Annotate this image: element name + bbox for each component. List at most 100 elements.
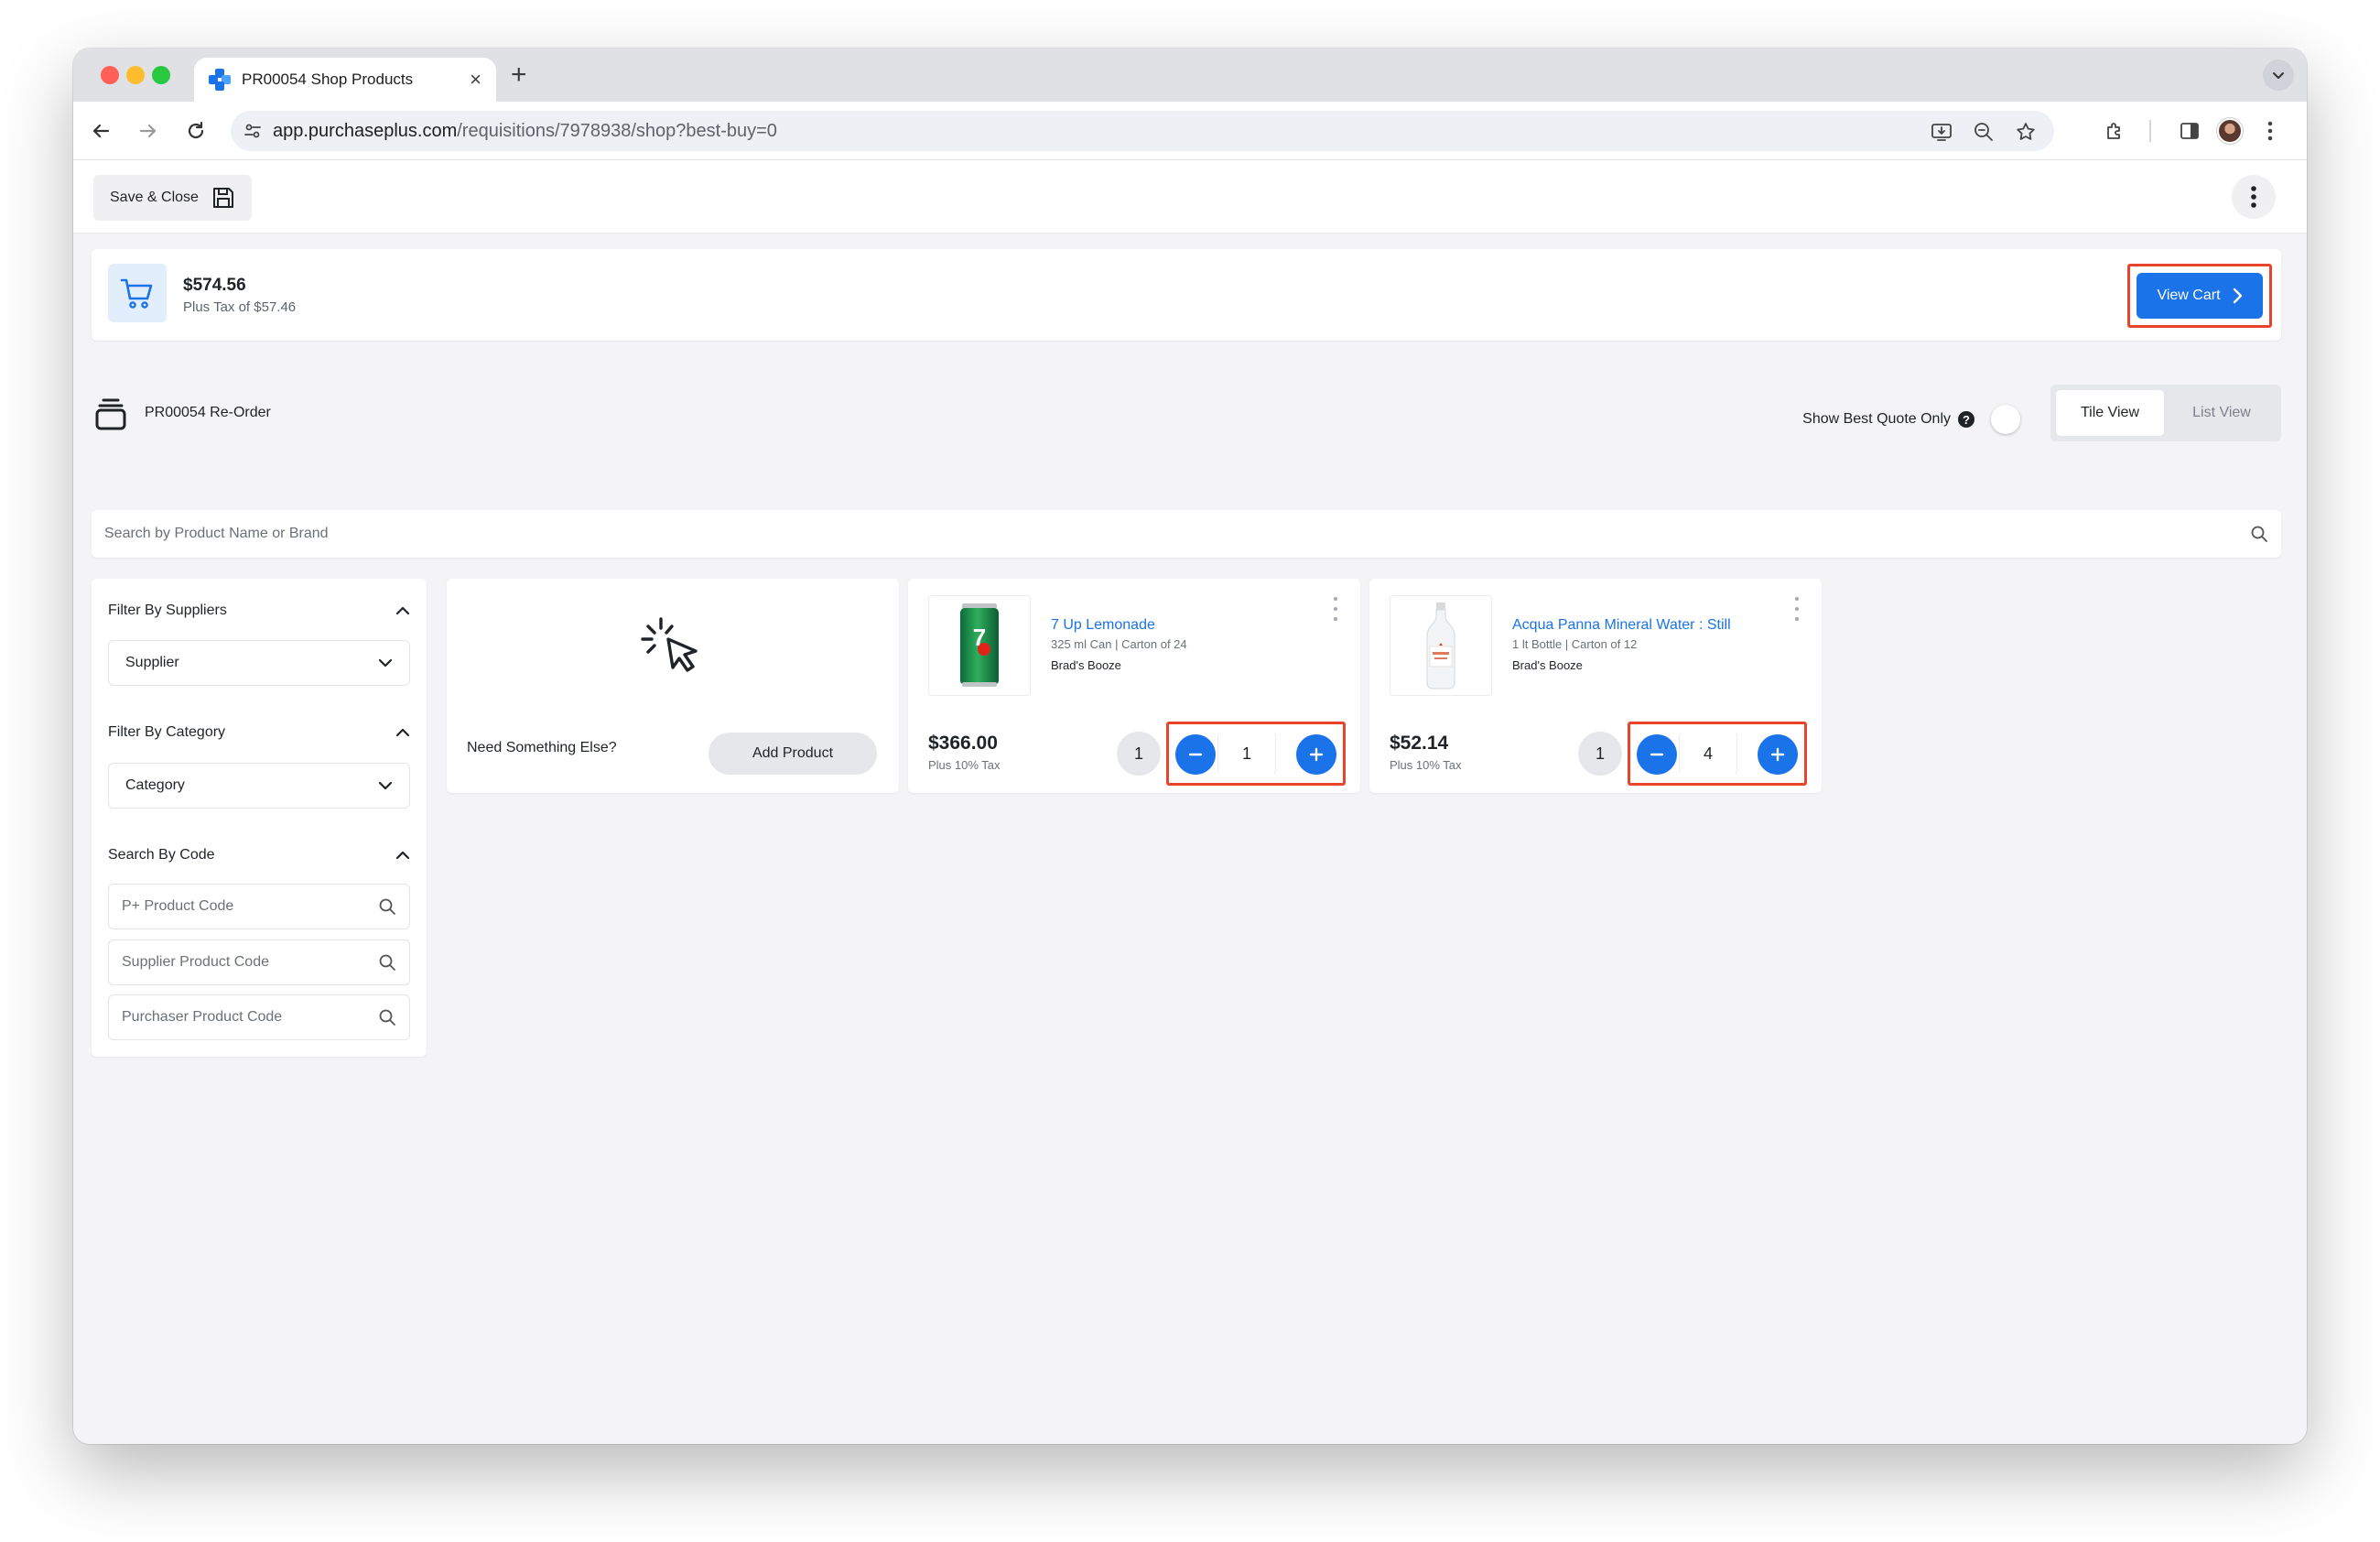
product-price: $366.00 [928,733,998,754]
product-size: 1 lt Bottle | Carton of 12 [1512,637,1638,651]
new-tab-button[interactable]: + [511,61,527,89]
install-app-button[interactable] [1930,120,1953,144]
shopping-cart-icon [120,278,153,309]
plus-icon [1770,747,1785,762]
reload-button[interactable] [181,116,211,146]
add-product-tile: Need Something Else? Add Product [447,579,899,793]
reload-icon [188,121,204,139]
site-settings-icon[interactable] [243,122,262,140]
zoom-button[interactable] [1972,120,1996,144]
decrease-quantity-button[interactable] [1637,734,1677,775]
extensions-button[interactable] [2100,116,2129,146]
product-options-icon[interactable] [1331,597,1340,621]
catalog-row: PR00054 Re-Order Show Best Quote Only ? … [92,385,2281,441]
code-search-header[interactable]: Search By Code [108,847,410,863]
best-quote-toggle[interactable]: Show Best Quote Only ? [1802,405,2020,434]
cart-quantity-badge: 1 [1578,732,1622,776]
quantity-input[interactable] [1219,733,1274,775]
catalog-stack-icon [95,398,126,430]
search-icon[interactable] [2250,525,2268,543]
suppliers-filter-header[interactable]: Filter By Suppliers [108,603,410,619]
tab-search-button[interactable] [2263,60,2294,91]
browser-toolbar: app.purchaseplus.com/requisitions/797893… [73,102,2307,160]
view-cart-button[interactable]: View Cart [2137,273,2263,319]
profile-button[interactable] [2215,116,2245,146]
maximize-window-button[interactable] [152,66,170,84]
supplier-select[interactable]: Supplier [108,640,410,686]
search-icon[interactable] [378,897,396,916]
minus-icon [1650,753,1664,756]
arrow-left-icon [92,124,110,138]
back-button[interactable] [86,116,115,146]
tab-close-icon[interactable]: × [470,70,481,90]
chevron-down-icon [2273,72,2284,79]
purchaser-code-input[interactable] [122,1009,378,1026]
pplus-code-input[interactable] [122,898,378,915]
soda-can-image: 7 [960,603,999,687]
chevron-up-icon [395,728,410,737]
chevron-down-icon [378,781,393,790]
toolbar-divider [2149,120,2151,142]
save-close-label: Save & Close [110,190,199,205]
help-icon[interactable]: ? [1958,411,1974,428]
product-search-bar [92,510,2281,558]
chevron-down-icon [378,658,393,668]
product-options-icon[interactable] [1792,597,1801,621]
increase-quantity-button[interactable] [1296,734,1336,775]
close-window-button[interactable] [101,66,119,84]
side-panel-button[interactable] [2175,116,2204,146]
water-bottle-image [1426,603,1455,690]
view-toggle: Tile View List View [2050,385,2281,441]
product-name[interactable]: 7 Up Lemonade [1051,617,1155,634]
avatar [2217,118,2243,144]
cart-total: $574.56 [183,276,246,295]
minimize-window-button[interactable] [126,66,145,84]
forward-button[interactable] [134,116,163,146]
product-tile: 7 7 Up Lemonade 325 ml Can | Carton of 2… [908,579,1360,793]
cart-tax: Plus Tax of $57.46 [183,299,297,315]
list-view-button[interactable]: List View [2168,390,2276,436]
browser-menu-button[interactable] [2256,116,2285,146]
tile-view-button[interactable]: Tile View [2056,390,2164,436]
chevron-right-icon [2233,288,2242,304]
search-icon[interactable] [378,1008,396,1026]
category-filter-header[interactable]: Filter By Category [108,724,410,741]
bookmark-button[interactable] [2014,120,2038,144]
app-header: Save & Close [73,160,2307,233]
search-icon[interactable] [378,953,396,972]
category-select[interactable]: Category [108,763,410,809]
product-supplier: Brad's Booze [1512,658,1583,672]
supplier-code-input[interactable] [122,954,378,971]
cursor-click-icon [641,617,698,672]
product-size: 325 ml Can | Carton of 24 [1051,637,1187,651]
browser-tab[interactable]: PR00054 Shop Products × [194,58,496,102]
star-icon [2017,123,2035,140]
product-image: 7 [928,595,1031,696]
address-bar[interactable]: app.purchaseplus.com/requisitions/797893… [231,111,2054,151]
cart-summary: $574.56 Plus Tax of $57.46 View Cart [92,249,2281,341]
floppy-disk-icon [212,188,233,208]
quantity-input[interactable] [1681,733,1736,775]
more-vertical-icon [2267,121,2273,141]
category-filter-heading: Filter By Category [108,724,226,740]
arrow-right-icon [139,124,157,138]
product-name[interactable]: Acqua Panna Mineral Water : Still [1512,617,1731,634]
catalog-title: PR00054 Re-Order [145,405,271,420]
chevron-up-icon [395,606,410,615]
code-search-heading: Search By Code [108,847,215,863]
product-search-input[interactable] [104,526,2250,542]
add-product-button[interactable]: Add Product [709,733,877,775]
more-vertical-icon [2251,186,2256,208]
increase-quantity-button[interactable] [1758,734,1798,775]
plus-icon [1309,747,1324,762]
tab-title: PR00054 Shop Products [242,71,414,88]
zoom-out-icon [1974,123,1993,141]
best-quote-label: Show Best Quote Only [1802,411,1951,427]
purchaseplus-favicon-icon [209,69,231,91]
cart-quantity-badge: 1 [1117,732,1161,776]
save-close-button[interactable]: Save & Close [93,175,252,221]
best-quote-switch[interactable] [1991,405,2020,434]
page-options-button[interactable] [2232,175,2276,219]
product-tax: Plus 10% Tax [928,758,1001,772]
decrease-quantity-button[interactable] [1175,734,1216,775]
